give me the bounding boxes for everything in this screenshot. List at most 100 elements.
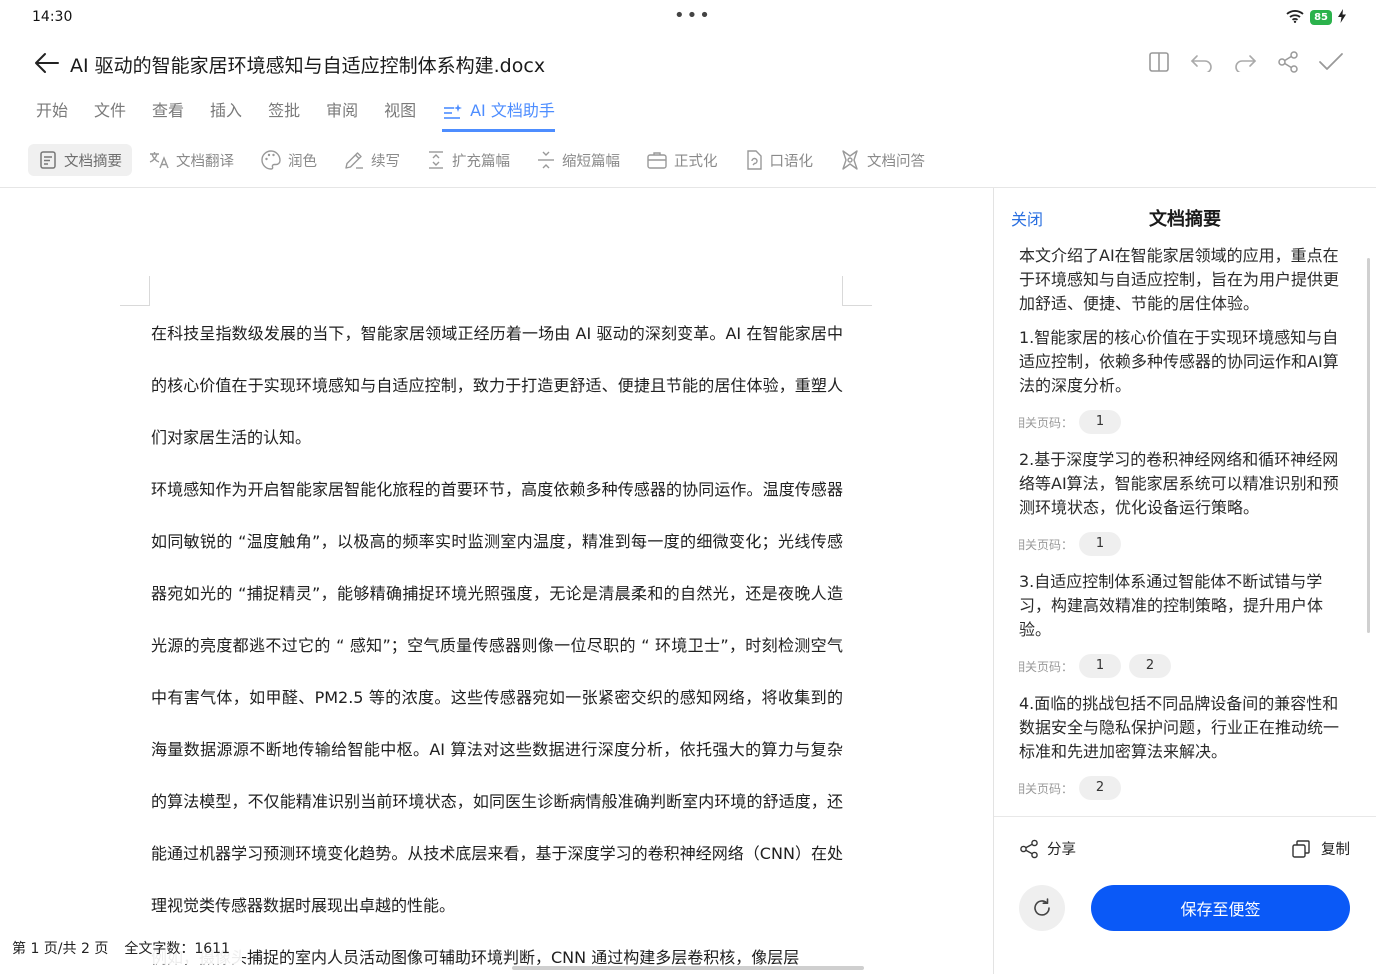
document-area[interactable]: 在科技呈指数级发展的当下，智能家居领域正经历着一场由 AI 驱动的深刻变革。AI… [0, 188, 993, 974]
document-body[interactable]: 在科技呈指数级发展的当下，智能家居领域正经历着一场由 AI 驱动的深刻变革。AI… [151, 308, 843, 974]
menu-tabs: 开始 文件 查看 插入 签批 审阅 视图 AI 文档助手 [36, 98, 581, 132]
more-dots-icon[interactable]: ••• [674, 5, 712, 26]
share-button[interactable]: 分享 [1019, 838, 1076, 859]
summary-point: 1.智能家居的核心价值在于实现环境感知与自适应控制，依赖多种传感器的协同运作和A… [1019, 328, 1339, 395]
page-info-bar: 第 1 页/共 2 页 全文字数：1611 [0, 934, 242, 964]
document-title: AI 驱动的智能家居环境感知与自适应控制体系构建.docx [70, 55, 546, 77]
check-icon [1318, 52, 1343, 70]
page-chip[interactable]: 1 [1079, 654, 1122, 678]
regenerate-button[interactable] [1019, 885, 1065, 931]
related-pages: 相关页码： 1 [1019, 410, 1344, 434]
summary-point: 2.基于深度学习的卷积神经网络和循环神经网络等AI算法，智能家居系统可以精准识别… [1019, 450, 1339, 517]
charging-icon [1338, 8, 1346, 27]
status-time: 14:30 [32, 9, 73, 25]
title-actions [1145, 48, 1344, 75]
document-paragraph: 在科技呈指数级发展的当下，智能家居领域正经历着一场由 AI 驱动的深刻变革。AI… [151, 324, 843, 447]
tool-label: 文档翻译 [176, 153, 234, 170]
summary-point: 4.面临的挑战包括不同品牌设备间的兼容性和数据安全与隐私保护问题，行业正在推动统… [1019, 694, 1340, 761]
tool-label: 润色 [288, 153, 317, 170]
tab-insert[interactable]: 插入 [210, 98, 242, 132]
share-icon [1020, 839, 1038, 858]
share-doc-button[interactable] [1274, 48, 1301, 75]
tool-label: 正式化 [674, 153, 718, 170]
page-chip[interactable]: 2 [1079, 776, 1122, 800]
panel-footer-divider [994, 816, 1376, 817]
related-pages-label: 相关页码： [1019, 781, 1074, 796]
tool-colloquial[interactable]: 口语化 [734, 144, 824, 176]
tool-shrink[interactable]: 缩短篇幅 [526, 144, 630, 176]
page-chip[interactable]: 1 [1079, 410, 1122, 434]
share-label: 分享 [1047, 842, 1076, 858]
tab-file[interactable]: 文件 [94, 98, 126, 132]
tool-label: 缩短篇幅 [562, 153, 620, 170]
redo-button[interactable] [1231, 48, 1258, 75]
back-arrow-icon [35, 53, 59, 73]
word-count: 全文字数：1611 [124, 941, 230, 957]
ai-tab-label: AI 文档助手 [470, 101, 555, 120]
tool-label: 文档问答 [867, 153, 925, 170]
panel-title: 文档摘要 [1149, 209, 1221, 230]
split-view-icon [1148, 51, 1169, 72]
page-margin-mark [120, 276, 150, 306]
qa-icon [842, 150, 858, 170]
summary-content[interactable]: 本文介绍了AI在智能家居领域的应用，重点在于环境感知与自适应控制，旨在为用户提供… [1019, 244, 1344, 814]
tool-label: 文档摘要 [64, 153, 122, 170]
undo-icon [1190, 54, 1212, 72]
palette-icon [261, 150, 281, 170]
wifi-icon [1286, 8, 1304, 27]
ai-sparkle-icon [444, 104, 463, 119]
refresh-icon [1034, 898, 1050, 916]
undo-button[interactable] [1188, 48, 1215, 75]
done-button[interactable] [1317, 48, 1344, 75]
tab-review[interactable]: 审阅 [326, 98, 358, 132]
summary-icon [40, 151, 56, 169]
shrink-icon [538, 151, 554, 169]
tab-ai-assistant[interactable]: AI 文档助手 [442, 98, 555, 132]
related-pages: 相关页码： 1 [1019, 532, 1344, 556]
speech-doc-icon [746, 150, 762, 170]
share-icon [1277, 50, 1298, 73]
title-bar: AI 驱动的智能家居环境感知与自适应控制体系构建.docx [0, 40, 1376, 86]
save-to-notes-button[interactable]: 保存至便签 [1091, 885, 1350, 931]
battery-level: 85 [1310, 10, 1332, 25]
tool-continue[interactable]: 续写 [333, 144, 410, 176]
status-bar: 14:30 ••• 85 [0, 0, 1376, 34]
redo-icon [1234, 54, 1256, 72]
copy-button[interactable]: 复制 [1291, 838, 1350, 859]
copy-label: 复制 [1321, 842, 1350, 858]
tool-qa[interactable]: 文档问答 [829, 144, 935, 176]
summary-point: 3.自适应控制体系通过智能体不断试错与学习，构建高效精准的控制策略，提升用户体验… [1019, 572, 1324, 639]
copy-icon [1292, 839, 1310, 858]
summary-panel: 文档摘要 关闭 本文介绍了AI在智能家居领域的应用，重点在于环境感知与自适应控制… [994, 188, 1376, 974]
close-button[interactable]: 关闭 [1011, 206, 1043, 230]
tab-display[interactable]: 视图 [384, 98, 416, 132]
expand-icon [429, 151, 443, 169]
related-pages-label: 相关页码： [1019, 415, 1074, 430]
panel-scrollbar[interactable] [1367, 258, 1370, 633]
tab-view[interactable]: 查看 [152, 98, 184, 132]
tool-summary[interactable]: 文档摘要 [28, 144, 132, 176]
back-button[interactable] [32, 48, 62, 78]
page-chip[interactable]: 1 [1079, 532, 1122, 556]
tool-formalize[interactable]: 正式化 [636, 144, 728, 176]
related-pages: 相关页码： 2 [1019, 776, 1344, 800]
translate-icon [149, 152, 169, 169]
tool-expand[interactable]: 扩充篇幅 [416, 144, 520, 176]
tool-polish[interactable]: 润色 [250, 144, 327, 176]
tab-start[interactable]: 开始 [36, 98, 68, 132]
status-icons: 85 [1286, 8, 1346, 27]
tab-annotate[interactable]: 签批 [268, 98, 300, 132]
tool-label: 续写 [371, 153, 400, 170]
related-pages-label: 相关页码： [1019, 659, 1074, 674]
tool-translate[interactable]: 文档翻译 [138, 144, 244, 176]
split-view-button[interactable] [1145, 48, 1172, 75]
pen-icon [345, 152, 363, 169]
tool-label: 扩充篇幅 [452, 153, 510, 170]
page-chip[interactable]: 2 [1129, 654, 1172, 678]
page-indicator: 第 1 页/共 2 页 [12, 941, 109, 957]
summary-intro: 本文介绍了AI在智能家居领域的应用，重点在于环境感知与自适应控制，旨在为用户提供… [1019, 246, 1340, 313]
horizontal-scrollbar[interactable] [512, 966, 864, 970]
tool-label: 口语化 [769, 153, 814, 170]
document-paragraph: 环境感知作为开启智能家居智能化旅程的首要环节，高度依赖多种传感器的协同运作。温度… [151, 480, 843, 915]
page-margin-mark [842, 276, 872, 306]
